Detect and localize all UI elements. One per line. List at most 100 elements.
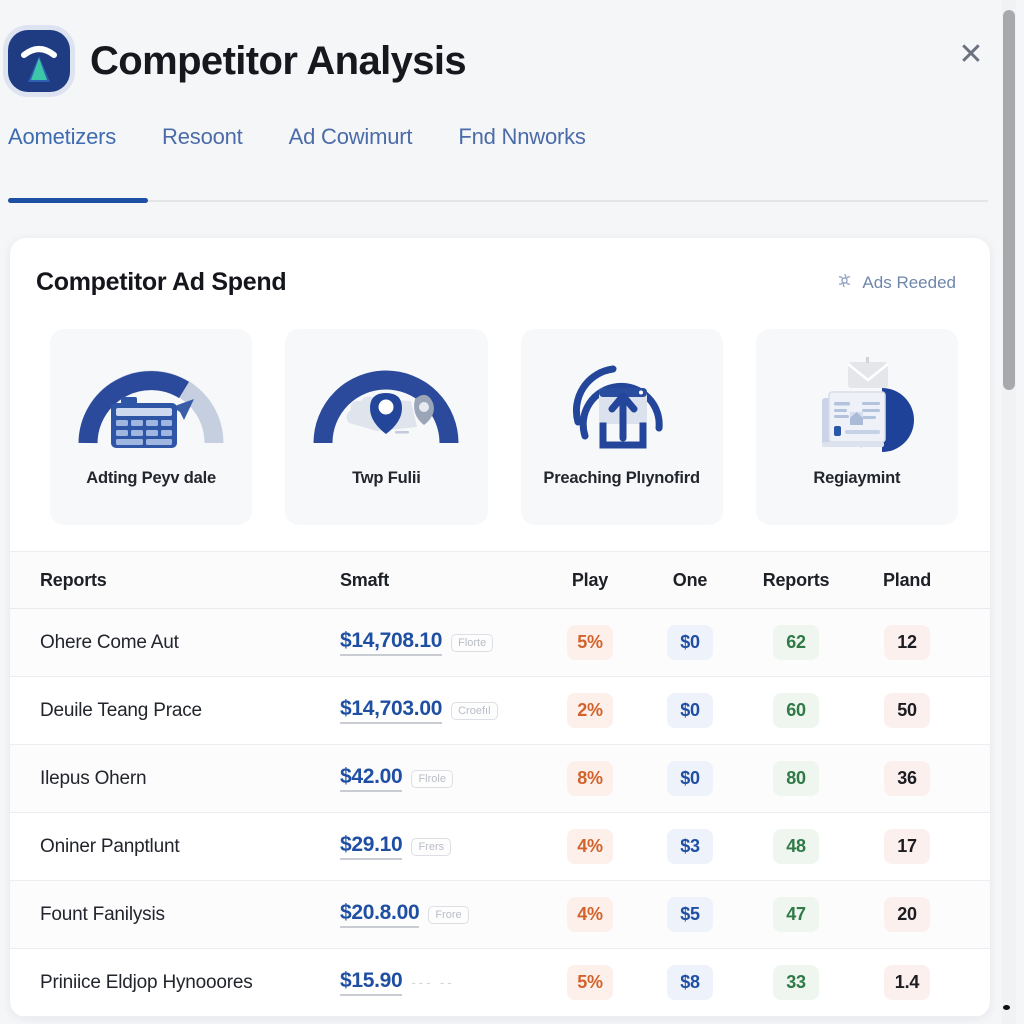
tile-label: Regiaymint [813,469,901,487]
reports-pill: 62 [773,625,819,660]
cell-one: $0 [640,761,740,796]
cell-pland: 36 [852,761,962,796]
cell-one: $3 [640,829,740,864]
spend-value: $20.8.00 [340,901,420,928]
spend-tag: Frore [428,905,469,924]
mail-document-pie-icon [782,347,932,465]
cell-name: Deuile Teang Prace [40,699,202,721]
tab-fnd-nnworks[interactable]: Fnd Nnworks [458,118,586,150]
table-row[interactable]: Priniice Eldjop Hynooores $15.90 --- -- … [10,949,990,1017]
cell-pland: 12 [852,625,962,660]
spend-value: $14,703.00 [340,697,442,724]
wifi-tree-logo-icon [8,30,70,92]
tab-divider [8,200,988,202]
cell-pland: 1.4 [852,965,962,1000]
cell-reports: 47 [740,897,852,932]
spend-tag: Flrole [411,769,453,788]
cell-name: Ohere Come Aut [40,631,179,653]
reports-pill: 33 [773,965,819,1000]
table-row[interactable]: Oniner Panptlunt $29.10 Frers 4% $3 48 1… [10,813,990,881]
tile-regiaymint[interactable]: Regiaymint [755,329,958,525]
spend-tag: Florte [451,633,494,652]
tab-list: Aometizers Resoont Ad Cowimurt Fnd Nnwor… [8,118,1024,176]
tile-label: Preaching Plıynofird [543,469,700,487]
tile-adting-peyv-dale[interactable]: Adting Peyv dale [50,329,253,525]
one-pill: $0 [667,761,713,796]
spend-value: $29.10 [340,833,403,860]
play-pill: 4% [567,829,613,864]
pland-pill: 36 [884,761,930,796]
one-pill: $0 [667,693,713,728]
metric-tiles: Adting Peyv dale Twp Fulii Preaching Plı… [10,311,990,551]
table-row[interactable]: Ohere Come Aut $14,708.10 Florte 5% $0 6… [10,609,990,677]
card-title: Competitor Ad Spend [36,268,287,296]
column-header-play[interactable]: Play [540,570,640,591]
table-header-row: Reports Smaft Play One Reports Pland [10,551,990,609]
upload-circle-icon [547,347,697,465]
vertical-scrollbar-thumb[interactable] [1003,10,1015,390]
gauge-calculator-icon [76,347,226,465]
cell-name: Oniner Panptlunt [40,835,180,857]
cell-one: $0 [640,693,740,728]
tab-ad-cowimurt[interactable]: Ad Cowimurt [289,118,413,150]
tile-preaching-plynofird[interactable]: Preaching Plıynofird [520,329,723,525]
cell-play: 5% [540,965,640,1000]
corner-dot [1003,1005,1010,1010]
column-header-reports-name[interactable]: Reports [10,570,340,591]
pland-pill: 17 [884,829,930,864]
close-icon[interactable]: ✕ [954,38,988,72]
table-row[interactable]: Fount Fanilysis $20.8.00 Frore 4% $5 47 … [10,881,990,949]
tile-twp-fulii[interactable]: Twp Fulii [285,329,488,525]
cell-play: 4% [540,897,640,932]
cell-spend: $14,703.00 Croefıl [340,697,540,724]
cell-pland: 50 [852,693,962,728]
ads-reeded-label: Ads Reeded [862,272,956,292]
play-pill: 5% [567,625,613,660]
competitor-ad-spend-card: Competitor Ad Spend Ads Reeded Adting Pe… [10,238,990,1017]
spend-tag: Frers [411,837,452,856]
gauge-map-pin-icon [311,347,461,465]
tile-label: Twp Fulii [352,469,421,487]
play-pill: 4% [567,897,613,932]
cell-reports: 33 [740,965,852,1000]
cell-play: 2% [540,693,640,728]
table-row[interactable]: Deuile Teang Prace $14,703.00 Croefıl 2%… [10,677,990,745]
spend-value: $15.90 [340,969,403,996]
cell-name: Ilepus Ohern [40,767,147,789]
tab-resoont[interactable]: Resoont [162,118,243,150]
cell-spend: $15.90 --- -- [340,969,540,996]
spend-tag: Croefıl [451,701,498,720]
one-pill: $0 [667,625,713,660]
cell-name: Priniice Eldjop Hynooores [40,971,253,993]
tab-bar: Aometizers Resoont Ad Cowimurt Fnd Nnwor… [0,118,1024,210]
cell-one: $5 [640,897,740,932]
reports-pill: 48 [773,829,819,864]
pland-pill: 50 [884,693,930,728]
tile-label: Adting Peyv dale [86,469,216,487]
column-header-pland[interactable]: Pland [852,570,962,591]
ads-reeded-action[interactable]: Ads Reeded [836,272,956,294]
cell-reports: 60 [740,693,852,728]
reports-pill: 47 [773,897,819,932]
spend-value: $42.00 [340,765,403,792]
header-row: Competitor Analysis [0,30,1024,92]
play-pill: 5% [567,965,613,1000]
tab-aometizers[interactable]: Aometizers [8,118,116,150]
one-pill: $8 [667,965,713,1000]
column-header-one[interactable]: One [640,570,740,591]
cell-play: 4% [540,829,640,864]
one-pill: $5 [667,897,713,932]
table-row[interactable]: Ilepus Ohern $42.00 Flrole 8% $0 80 36 [10,745,990,813]
cell-spend: $42.00 Flrole [340,765,540,792]
cell-spend: $29.10 Frers [340,833,540,860]
ad-spend-table: Reports Smaft Play One Reports Pland Ohe… [10,551,990,1017]
one-pill: $3 [667,829,713,864]
cell-name: Fount Fanilysis [40,903,165,925]
spend-placeholder-dashes: --- -- [411,975,455,990]
pland-pill: 20 [884,897,930,932]
cell-reports: 80 [740,761,852,796]
column-header-reports[interactable]: Reports [740,570,852,591]
column-header-smaft[interactable]: Smaft [340,570,540,591]
app-root: Competitor Analysis ✕ Aometizers Resoont… [0,0,1024,1024]
pland-pill: 1.4 [884,965,930,1000]
